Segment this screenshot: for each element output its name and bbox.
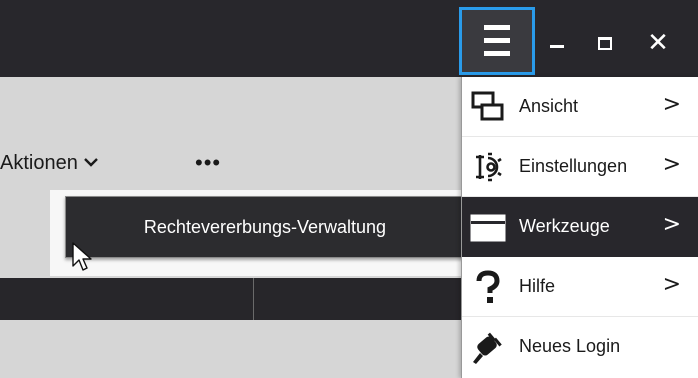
mouse-cursor-icon (72, 242, 92, 277)
actions-label: Aktionen (0, 152, 78, 174)
maximize-button[interactable] (588, 22, 632, 66)
chevron-right-icon: > (662, 152, 681, 177)
menu-item-einstellungen[interactable]: Einstellungen > (462, 137, 698, 197)
settings-icon (470, 149, 506, 185)
toolbox-icon (470, 209, 506, 245)
close-icon: ✕ (647, 28, 669, 58)
chevron-right-icon: > (662, 272, 681, 297)
column-divider[interactable] (253, 278, 254, 320)
chevron-right-icon: > (662, 92, 681, 117)
maximize-icon (598, 37, 612, 50)
table-header (0, 278, 462, 320)
chevron-right-icon: > (662, 212, 681, 237)
minimize-icon (550, 45, 564, 48)
menu-item-werkzeuge[interactable]: Werkzeuge > (462, 197, 698, 257)
menu-item-label: Neues Login (519, 336, 621, 356)
actions-dropdown[interactable]: Aktionen (0, 152, 98, 175)
menu-item-ansicht[interactable]: Ansicht > (462, 77, 698, 137)
plug-icon (470, 329, 506, 365)
menu-item-label: Ansicht (519, 96, 579, 116)
menu-item-label: Werkzeuge (519, 216, 610, 236)
menu-item-label: Hilfe (519, 276, 556, 296)
context-menu-item-rechtevererbung[interactable]: Rechtevererbungs-Verwaltung (65, 196, 465, 258)
minimize-button[interactable] (540, 22, 584, 66)
close-button[interactable]: ✕ (636, 22, 680, 66)
main-menu-dropdown: Ansicht > Einstellungen > Werkzeuge > Hi… (461, 77, 698, 378)
window-layout-icon (470, 89, 506, 125)
chevron-down-icon (83, 154, 98, 171)
title-bar: ✕ (0, 0, 698, 77)
help-icon (470, 269, 506, 305)
main-menu-button[interactable] (459, 7, 535, 75)
menu-item-label: Einstellungen (519, 156, 628, 176)
menu-item-hilfe[interactable]: Hilfe > (462, 257, 698, 317)
more-options-button[interactable]: ••• (195, 150, 221, 176)
menu-item-neues-login[interactable]: Neues Login (462, 317, 698, 377)
